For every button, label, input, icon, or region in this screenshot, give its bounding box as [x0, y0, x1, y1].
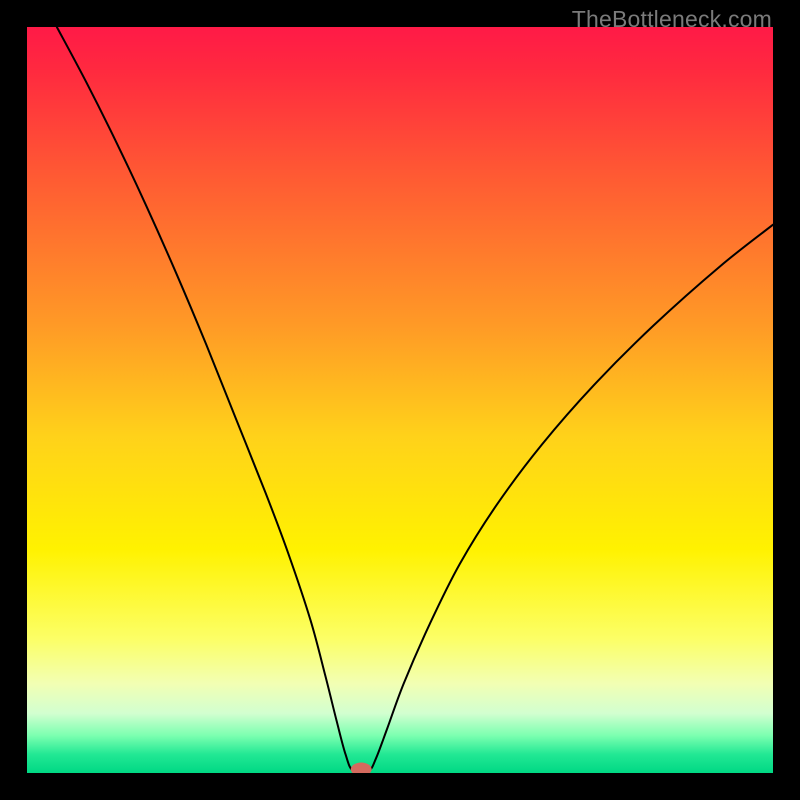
- chart-plot-area: [27, 27, 773, 773]
- chart-background: [27, 27, 773, 773]
- outer-frame: TheBottleneck.com: [0, 0, 800, 800]
- chart-svg: [27, 27, 773, 773]
